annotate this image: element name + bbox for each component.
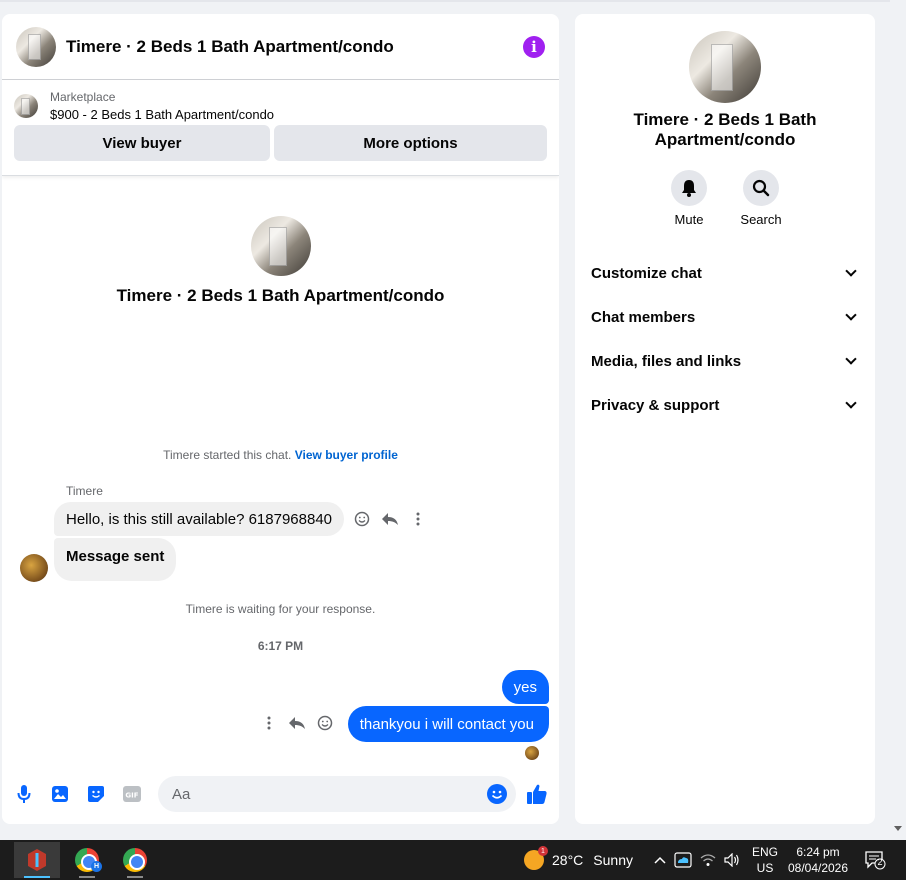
photo-icon[interactable] — [50, 784, 70, 804]
reply-icon[interactable] — [288, 714, 306, 732]
hero-title: Timere · 2 Beds 1 Bath Apartment/condo — [116, 286, 445, 305]
weather-badge: 1 — [538, 846, 548, 856]
react-icon[interactable] — [353, 510, 371, 528]
reply-icon[interactable] — [381, 510, 399, 528]
keyboard-layout: US — [756, 861, 774, 875]
outgoing-message-actions — [260, 714, 334, 732]
listing-price-title[interactable]: $900 - 2 Beds 1 Bath Apartment/condo — [50, 107, 274, 122]
chrome-icon — [123, 848, 147, 872]
clock-time: 6:24 pm — [796, 845, 840, 859]
taskbar-chrome[interactable] — [112, 842, 158, 878]
speaker-icon[interactable] — [724, 853, 740, 867]
chevron-down-icon — [845, 397, 857, 409]
info-title: Timere · 2 Beds 1 Bath Apartment/condo — [633, 110, 817, 149]
chevron-down-icon — [845, 265, 857, 277]
section-label: Privacy & support — [591, 396, 720, 414]
running-indicator — [79, 876, 95, 878]
chevron-up-icon[interactable] — [654, 856, 666, 864]
info-avatar[interactable] — [689, 31, 761, 103]
chat-header: Timere · 2 Beds 1 Bath Apartment/condo i — [2, 14, 559, 80]
top-strip — [0, 0, 890, 2]
hero-avatar[interactable] — [250, 216, 311, 276]
sender-name: Timere — [66, 484, 103, 498]
weather-temp: 28°C — [552, 852, 584, 868]
message-input-placeholder: Aa — [172, 785, 191, 803]
more-actions-icon[interactable] — [409, 510, 427, 528]
notification-center-icon[interactable]: 2 — [864, 850, 886, 870]
chat-avatar[interactable] — [16, 26, 56, 67]
view-buyer-button[interactable]: View buyer — [14, 125, 270, 161]
search-button[interactable]: Search — [740, 170, 782, 227]
active-indicator — [24, 876, 50, 878]
incoming-message[interactable]: Message sent — [54, 538, 177, 581]
notification-count: 2 — [877, 857, 883, 867]
outgoing-message[interactable]: thankyou i will contact you — [347, 706, 549, 742]
react-icon[interactable] — [316, 714, 334, 732]
sender-avatar[interactable] — [20, 554, 48, 582]
svg-text:GIF: GIF — [125, 792, 138, 800]
mute-button[interactable]: Mute — [671, 170, 707, 227]
chevron-down-icon — [845, 309, 857, 321]
sticker-icon[interactable] — [86, 784, 106, 804]
outgoing-message[interactable]: yes — [501, 670, 549, 704]
sun-icon: 1 — [524, 846, 548, 870]
gif-icon[interactable]: GIF — [122, 784, 142, 804]
bell-icon[interactable] — [671, 170, 707, 206]
language-code: ENG — [752, 845, 779, 859]
onedrive-icon[interactable] — [674, 852, 692, 868]
conversation-hero: Timere · 2 Beds 1 Bath Apartment/condo — [2, 216, 559, 306]
more-actions-icon[interactable] — [260, 714, 278, 732]
section-chat-members[interactable]: Chat members — [575, 295, 875, 339]
listing-thumbnail[interactable] — [14, 94, 38, 118]
running-indicator — [127, 876, 143, 878]
message-composer: GIF Aa — [2, 776, 559, 812]
chat-started-notice: Timere started this chat. View buyer pro… — [2, 448, 559, 462]
chat-title[interactable]: Timere · 2 Beds 1 Bath Apartment/condo — [66, 37, 523, 57]
system-tray — [654, 840, 740, 880]
incoming-message[interactable]: Hello, is this still available? 61879688… — [54, 502, 345, 536]
incoming-message-actions — [353, 510, 427, 528]
chevron-down-icon — [845, 353, 857, 365]
emoji-icon[interactable] — [487, 784, 507, 804]
language-indicator[interactable]: ENG US — [752, 844, 778, 876]
windows-taskbar: H 1 28°C Sunny ENG US 6:24 pm 08/04/2026… — [0, 840, 906, 880]
chat-panel: Timere · 2 Beds 1 Bath Apartment/condo i… — [2, 14, 559, 824]
waiting-notice: Timere is waiting for your response. — [185, 602, 376, 616]
taskbar-chrome-profile[interactable]: H — [64, 842, 110, 878]
seen-indicator-avatar — [525, 746, 539, 760]
clock-date: 08/04/2026 — [787, 861, 849, 875]
section-customize-chat[interactable]: Customize chat — [575, 251, 875, 295]
clock[interactable]: 6:24 pm 08/04/2026 — [786, 844, 850, 876]
chat-started-text: Timere started this chat. — [163, 448, 292, 462]
weather-widget[interactable]: 1 28°C Sunny — [524, 840, 633, 880]
info-sections: Customize chat Chat members Media, files… — [575, 251, 875, 427]
listing-card: Marketplace $900 - 2 Beds 1 Bath Apartme… — [2, 80, 559, 176]
section-label: Customize chat — [591, 264, 702, 282]
thumbs-up-icon[interactable] — [525, 782, 549, 806]
info-icon[interactable]: i — [523, 35, 545, 58]
profile-badge: H — [91, 861, 102, 872]
app-icon — [28, 849, 46, 871]
wifi-icon[interactable] — [700, 853, 716, 867]
section-privacy-support[interactable]: Privacy & support — [575, 383, 875, 427]
conversation-info-panel: Timere · 2 Beds 1 Bath Apartment/condo M… — [575, 14, 875, 824]
microphone-icon[interactable] — [14, 784, 34, 804]
listing-source: Marketplace — [50, 90, 116, 104]
scroll-down-arrow-icon[interactable] — [894, 826, 902, 831]
section-label: Media, files and links — [591, 352, 742, 370]
page-scrollbar[interactable] — [890, 0, 906, 840]
view-buyer-profile-link[interactable]: View buyer profile — [295, 448, 398, 462]
search-icon[interactable] — [743, 170, 779, 206]
message-timestamp: 6:17 PM — [257, 639, 304, 653]
section-media-files-links[interactable]: Media, files and links — [575, 339, 875, 383]
taskbar-app-active[interactable] — [14, 842, 60, 878]
weather-desc: Sunny — [593, 852, 633, 868]
more-options-button[interactable]: More options — [274, 125, 547, 161]
search-label: Search — [740, 212, 782, 227]
section-label: Chat members — [591, 308, 696, 326]
message-input[interactable]: Aa — [158, 776, 516, 812]
mute-label: Mute — [674, 212, 704, 227]
